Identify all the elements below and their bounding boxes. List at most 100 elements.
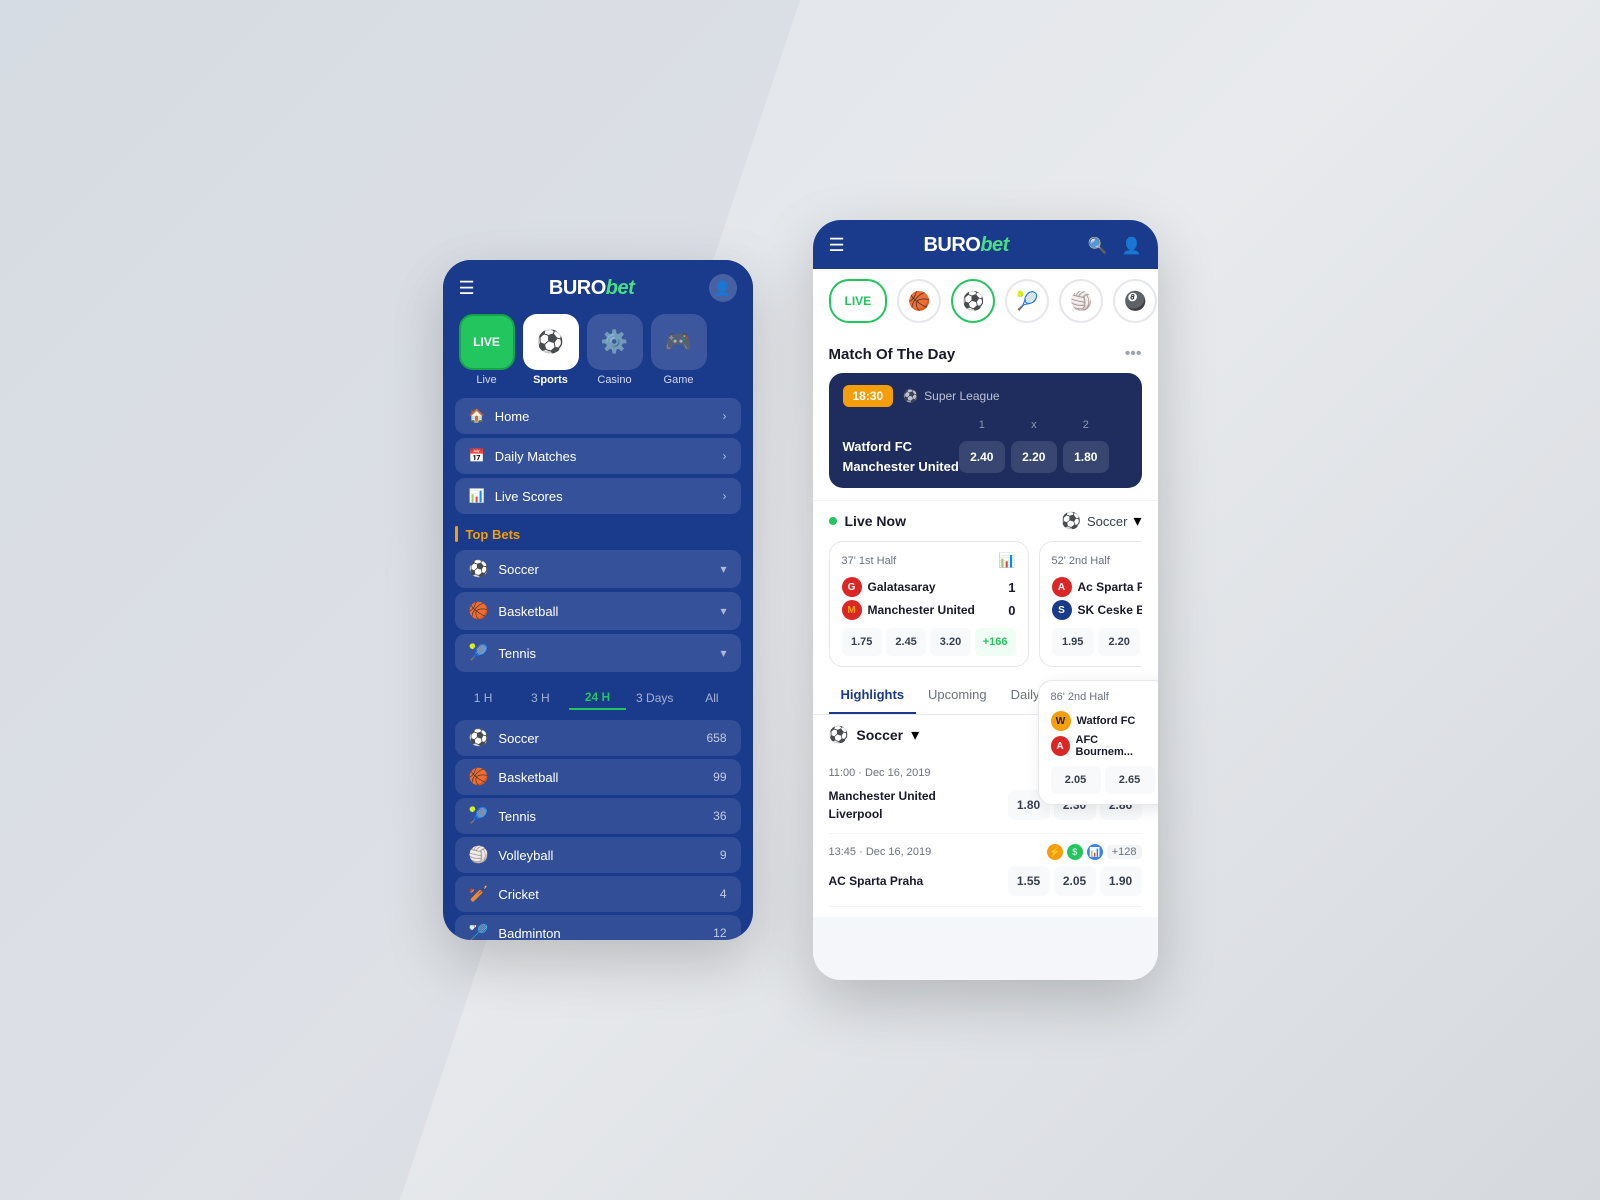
match-of-day-header: Match Of The Day •••	[829, 345, 1142, 363]
filter-tennis[interactable]: 🎾	[1005, 279, 1049, 323]
left-header: ☰ BURObet 👤	[443, 260, 753, 302]
menu-item-daily-matches[interactable]: 📅 Daily Matches ›	[455, 438, 741, 474]
game-tab-icon: 🎮	[651, 314, 707, 370]
count-badminton[interactable]: 🏸 Badminton 12	[455, 915, 741, 940]
live-now-title: Live Now	[845, 513, 906, 529]
tab-casino[interactable]: ⚙️ Casino	[587, 314, 643, 386]
count-tennis[interactable]: 🎾 Tennis 36	[455, 798, 741, 834]
logo: BURObet	[549, 277, 634, 300]
manutd-logo: M	[842, 600, 862, 620]
live-odd-1-1[interactable]: 1.75	[842, 628, 882, 656]
right-user-icon[interactable]: 👤	[1122, 236, 1142, 256]
tennis-count-label: Tennis	[498, 809, 536, 824]
overflow-odd-2[interactable]: 2.65	[1105, 766, 1155, 794]
soccer-count-icon: ⚽	[469, 728, 489, 748]
top-bets-tennis[interactable]: 🎾 Tennis ▾	[455, 634, 741, 672]
menu-item-home[interactable]: 🏠 Home ›	[455, 398, 741, 434]
acsparta-logo: A	[1052, 577, 1072, 597]
tab-live[interactable]: LIVE Live	[459, 314, 515, 386]
menu-item-live-scores[interactable]: 📊 Live Scores ›	[455, 478, 741, 514]
overflow-card-teams: W Watford FC A AFC Bournem...	[1051, 711, 1155, 758]
time-3days[interactable]: 3 Days	[626, 687, 683, 709]
basketball-arrow: ▾	[720, 604, 726, 618]
live-odd-2-1[interactable]: 1.95	[1052, 628, 1094, 656]
h-odd-2-3[interactable]: 1.90	[1100, 866, 1142, 896]
tennis-count-icon: 🎾	[469, 806, 489, 826]
live-matches-scroll: 37' 1st Half 📊 G Galatasaray 1	[829, 541, 1142, 667]
badminton-count-label: Badminton	[498, 926, 560, 941]
sports-tab-icon: ⚽	[523, 314, 579, 370]
home-label: Home	[495, 409, 530, 424]
top-bets-basketball[interactable]: 🏀 Basketball ▾	[455, 592, 741, 630]
tab-upcoming[interactable]: Upcoming	[916, 677, 999, 714]
galatasaray-name: Galatasaray	[868, 580, 936, 594]
hamburger-icon[interactable]: ☰	[459, 278, 475, 299]
top-bets-soccer[interactable]: ⚽ Soccer ▾	[455, 550, 741, 588]
count-volleyball[interactable]: 🏐 Volleyball 9	[455, 837, 741, 873]
filter-live[interactable]: LIVE	[829, 279, 888, 323]
soccer-icon: ⚽	[469, 559, 489, 579]
stats-icon-1[interactable]: 📊	[998, 552, 1015, 569]
count-basketball[interactable]: 🏀 Basketball 99	[455, 759, 741, 795]
badge-green-2: $	[1067, 844, 1083, 860]
highlights-dropdown-icon[interactable]: ▾	[911, 725, 919, 745]
live-match-card-1: 37' 1st Half 📊 G Galatasaray 1	[829, 541, 1029, 667]
time-1h[interactable]: 1 H	[455, 687, 512, 709]
match-2-teams-row: AC Sparta Praha 1.55 2.05 1.90	[829, 866, 1142, 896]
match-card: 18:30 ⚽ Super League 1 x 2	[829, 373, 1142, 488]
highlights-sport-name: Soccer	[856, 727, 903, 743]
h-odd-2-1[interactable]: 1.55	[1008, 866, 1050, 896]
cricket-count-num: 4	[720, 887, 727, 901]
match-2-teams: AC Sparta Praha	[829, 872, 924, 890]
volleyball-count-icon: 🏐	[469, 845, 489, 865]
daily-matches-arrow: ›	[723, 449, 727, 463]
soccer-filter-chevron: ▾	[1133, 511, 1141, 531]
live-now-header: Live Now ⚽ Soccer ▾	[829, 511, 1142, 531]
live-tab-label: Live	[476, 374, 496, 386]
home-arrow: ›	[723, 409, 727, 423]
odd-x[interactable]: 2.20	[1011, 441, 1057, 473]
galatasaray-logo: G	[842, 577, 862, 597]
filter-soccer[interactable]: ⚽	[951, 279, 995, 323]
time-3h[interactable]: 3 H	[512, 687, 569, 709]
cricket-count-icon: 🏏	[469, 884, 489, 904]
live-odd-1-3[interactable]: 3.20	[930, 628, 970, 656]
more-dots-icon[interactable]: •••	[1125, 345, 1142, 363]
team-row-manutd: M Manchester United 0	[842, 600, 1016, 620]
tab-game[interactable]: 🎮 Game	[651, 314, 707, 386]
live-odd-2-2[interactable]: 2.20	[1098, 628, 1140, 656]
user-icon[interactable]: 👤	[709, 274, 737, 302]
time-all[interactable]: All	[683, 687, 740, 709]
filter-other[interactable]: 🎱	[1113, 279, 1157, 323]
count-soccer[interactable]: ⚽ Soccer 658	[455, 720, 741, 756]
soccer-count-label: Soccer	[498, 731, 538, 746]
h-odd-2-2[interactable]: 2.05	[1054, 866, 1096, 896]
badminton-count-num: 12	[713, 926, 726, 940]
highlights-sport-icon: ⚽	[829, 725, 849, 745]
search-icon[interactable]: 🔍	[1088, 236, 1108, 256]
live-card-1-odds: 1.75 2.45 3.20 +166	[842, 628, 1016, 656]
match-1-teams: Manchester United Liverpool	[829, 787, 936, 823]
match-1-time: 37' 1st Half	[842, 555, 897, 567]
filter-basketball[interactable]: 🏀	[897, 279, 941, 323]
live-odd-1-2[interactable]: 2.45	[886, 628, 926, 656]
odd-2[interactable]: 1.80	[1063, 441, 1109, 473]
right-header-icons: 🔍 👤	[1088, 236, 1142, 256]
sk-logo: S	[1052, 600, 1072, 620]
acsparta-name: Ac Sparta Praha	[1078, 580, 1142, 594]
match-time-badge: 18:30	[843, 385, 894, 407]
right-hamburger-icon[interactable]: ☰	[829, 235, 845, 256]
soccer-filter[interactable]: ⚽ Soccer ▾	[1061, 511, 1141, 531]
top-bets-title: Top Bets	[466, 527, 521, 542]
tab-highlights[interactable]: Highlights	[829, 677, 917, 714]
more-odds-1[interactable]: +166	[975, 628, 1016, 656]
overflow-card-header: 86' 2nd Half	[1051, 691, 1155, 703]
odd-1[interactable]: 2.40	[959, 441, 1005, 473]
time-24h[interactable]: 24 H	[569, 686, 626, 710]
filter-volleyball[interactable]: 🏐	[1059, 279, 1103, 323]
overflow-odd-1[interactable]: 2.05	[1051, 766, 1101, 794]
match-of-day-title: Match Of The Day	[829, 346, 956, 363]
tab-sports[interactable]: ⚽ Sports	[523, 314, 579, 386]
count-cricket[interactable]: 🏏 Cricket 4	[455, 876, 741, 912]
sports-tab-label: Sports	[533, 374, 568, 386]
